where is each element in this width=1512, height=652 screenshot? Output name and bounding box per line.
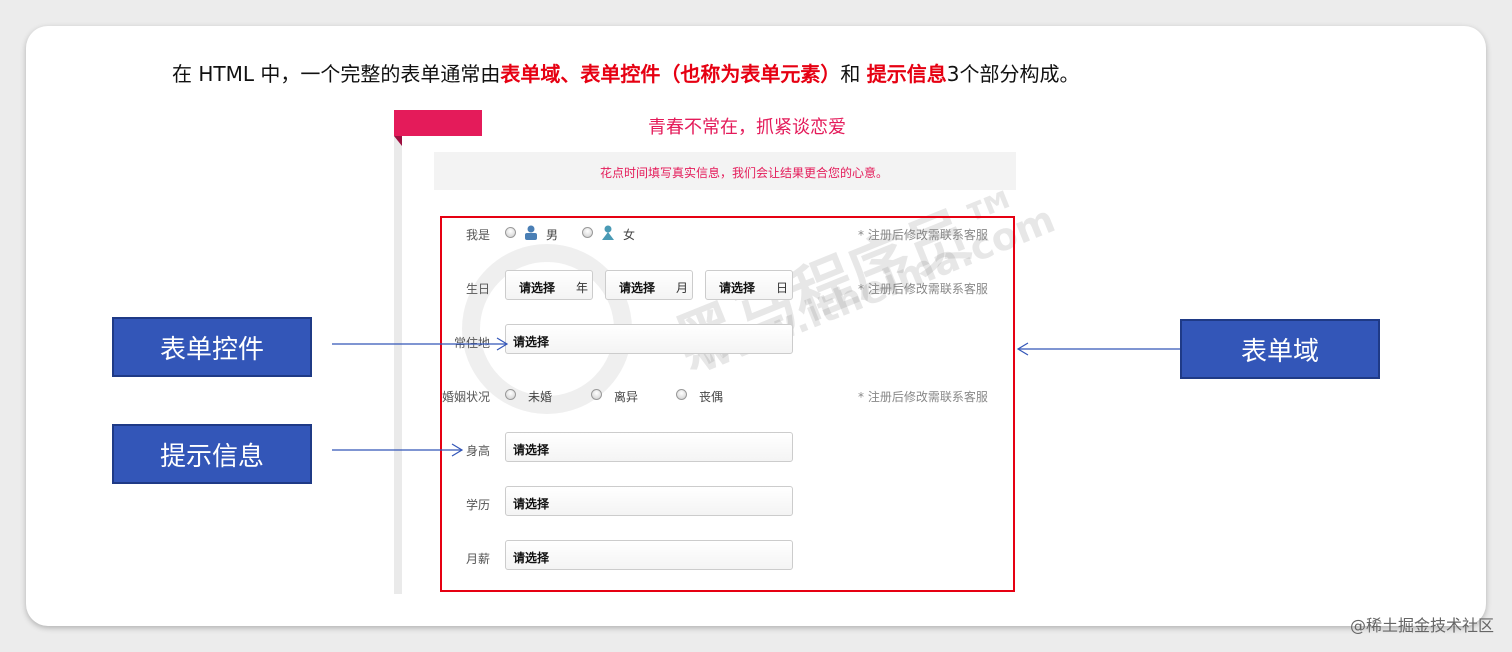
callout-arrows	[332, 337, 1180, 457]
footer-watermark: @稀土掘金技术社区	[1349, 616, 1494, 635]
